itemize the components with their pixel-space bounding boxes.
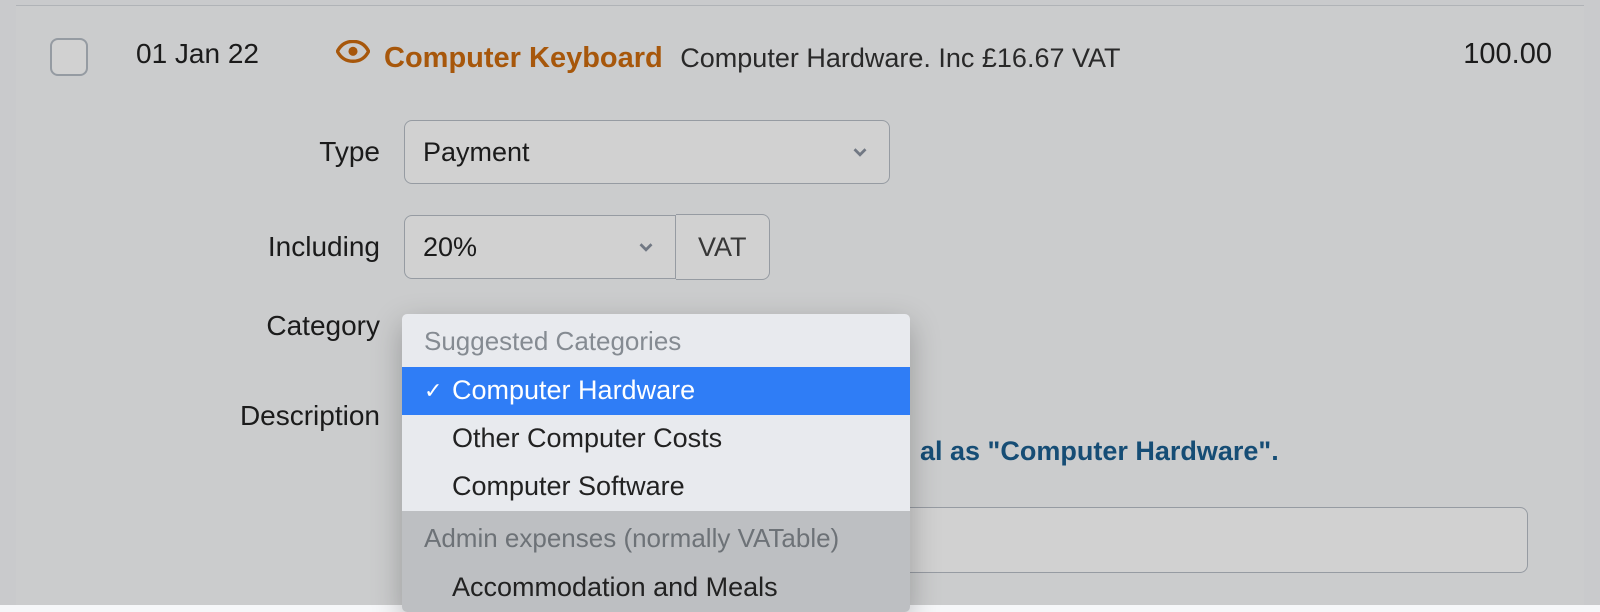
dropdown-option[interactable]: Computer Software [402,463,910,511]
category-hint: al as "Computer Hardware". [920,436,1544,467]
transaction-amount: 100.00 [1463,36,1584,71]
dropdown-group-header: Admin expenses (normally VATable) [402,511,910,564]
label-description: Description [44,400,404,432]
visibility-icon [336,36,384,63]
vat-percent-value: 20% [423,232,627,263]
type-select[interactable]: Payment [404,120,890,184]
transaction-title-link[interactable]: Computer Keyboard [384,42,663,74]
row-including: Including 20% VAT [44,214,1584,280]
dropdown-group-header: Suggested Categories [402,314,910,367]
label-category: Category [44,310,404,342]
dropdown-option[interactable]: ✓Computer Hardware [402,367,910,415]
dropdown-option[interactable]: Other Computer Costs [402,415,910,463]
dropdown-option-label: Computer Software [452,471,685,502]
category-dropdown[interactable]: Suggested Categories ✓Computer Hardware O… [402,314,910,612]
dropdown-option-label: Accommodation and Meals [452,572,778,603]
transaction-meta: Computer Hardware. Inc £16.67 VAT [680,43,1120,73]
vat-percent-select[interactable]: 20% [404,215,676,279]
transaction-title-block: Computer Keyboard Computer Hardware. Inc… [384,36,1463,80]
type-select-value: Payment [423,137,841,168]
dropdown-option-label: Other Computer Costs [452,423,722,454]
chevron-down-icon [849,141,871,163]
label-type: Type [44,136,404,168]
transaction-date: 01 Jan 22 [136,36,336,70]
check-icon: ✓ [424,378,452,404]
chevron-down-icon [635,236,657,258]
label-including: Including [44,231,404,263]
dropdown-option-label: Computer Hardware [452,375,695,406]
row-type: Type Payment [44,120,1584,184]
transaction-row: 01 Jan 22 Computer Keyboard Computer Har… [44,6,1584,80]
vat-suffix: VAT [676,214,770,280]
select-checkbox[interactable] [50,38,88,76]
